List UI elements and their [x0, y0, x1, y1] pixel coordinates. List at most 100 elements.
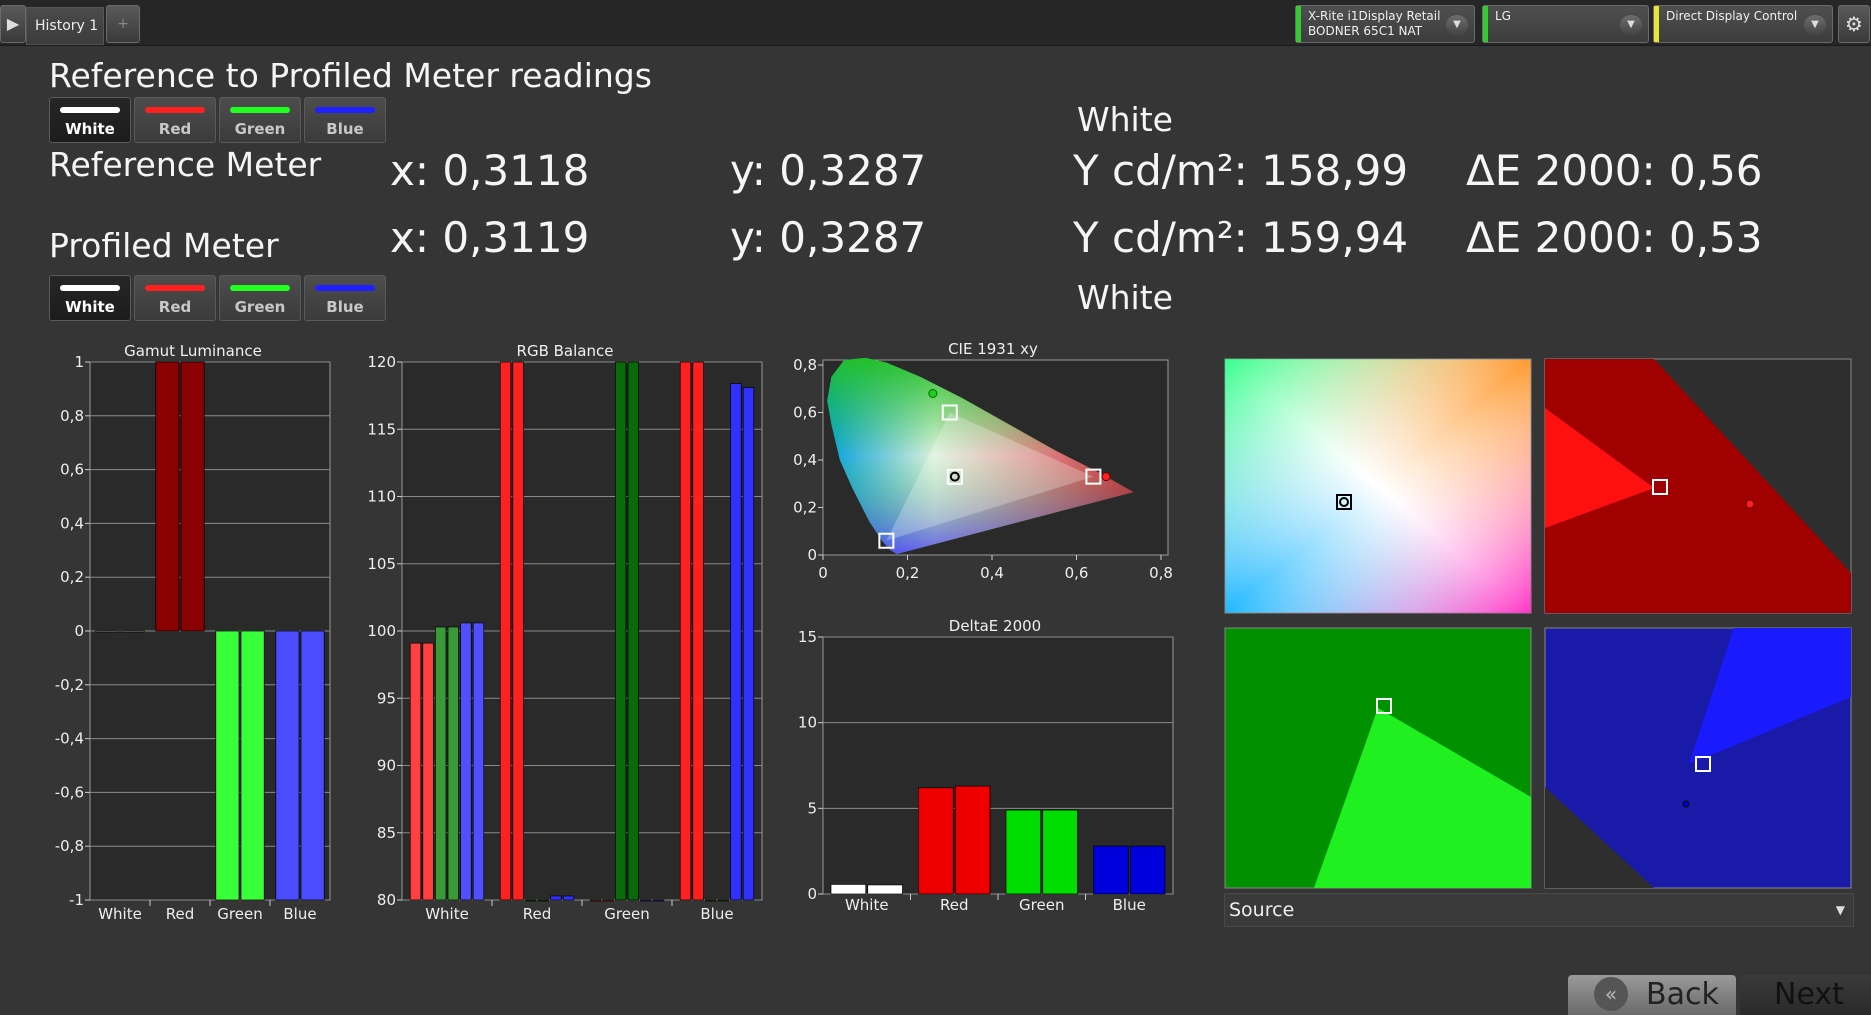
- reference-meter-label: Reference Meter: [49, 145, 322, 184]
- y-tick-label: 90: [377, 757, 396, 775]
- y-tick-label: 105: [367, 555, 396, 573]
- bar: [705, 899, 717, 902]
- status-bar: [1654, 6, 1659, 42]
- bar: [589, 899, 602, 902]
- bar: [95, 630, 120, 633]
- gear-icon[interactable]: ⚙: [1838, 5, 1870, 43]
- x-tick-label: 0,8: [1149, 564, 1173, 582]
- bar: [275, 630, 300, 901]
- x-tick-label: 0,2: [896, 564, 920, 582]
- chevron-down-icon: ▼: [1446, 15, 1468, 35]
- bar: [180, 361, 205, 632]
- y-tick-label: 110: [367, 488, 396, 506]
- back-button[interactable]: « Back: [1568, 975, 1736, 1015]
- tab-blue[interactable]: Blue: [304, 97, 386, 143]
- tab-white[interactable]: White: [49, 97, 131, 143]
- page-title: Reference to Profiled Meter readings: [49, 56, 652, 95]
- tab-blue[interactable]: Blue: [304, 275, 386, 321]
- y-tick-label: 0,6: [60, 461, 84, 479]
- green-measured-point: [928, 389, 938, 398]
- bar: [120, 630, 145, 633]
- y-tick-label: 10: [798, 714, 817, 732]
- status-bar: [1483, 6, 1488, 42]
- y-tick-label: -0,2: [55, 676, 84, 694]
- y-tick-label: 85: [377, 824, 396, 842]
- bar: [562, 895, 575, 901]
- reference-meter-dropdown[interactable]: X-Rite i1Display Retail BODNER 65C1 NAT …: [1295, 5, 1475, 43]
- reference-luminance-value: Y cd/m²: 158,99: [1073, 146, 1409, 195]
- y-tick-label: 0,4: [793, 451, 817, 469]
- status-bar: [1296, 6, 1301, 42]
- y-tick-label: 0: [807, 546, 817, 564]
- next-label: Next: [1774, 977, 1844, 1012]
- x-tick-label: White: [98, 905, 142, 923]
- play-icon[interactable]: ▶: [0, 5, 26, 43]
- tab-red[interactable]: Red: [134, 97, 216, 143]
- history-tab[interactable]: History 1: [26, 7, 104, 45]
- y-tick-label: 80: [377, 891, 396, 909]
- bar: [300, 630, 325, 901]
- y-tick-label: 5: [807, 799, 817, 817]
- y-tick-label: 0: [74, 622, 84, 640]
- reading-label-top: White: [1077, 100, 1173, 139]
- y-tick-label: -0,8: [55, 837, 84, 855]
- x-tick-label: Blue: [283, 905, 316, 923]
- source-select-value: Source: [1229, 899, 1295, 921]
- bar: [1042, 809, 1078, 895]
- chevron-down-icon: ▼: [1620, 15, 1642, 35]
- chart-title: DeltaE 2000: [949, 617, 1041, 635]
- bar: [215, 630, 240, 901]
- deltae-chart: DeltaE 2000 15 10 5 0 White Red Green Blue: [798, 617, 1174, 914]
- bar: [550, 895, 562, 901]
- bar: [1129, 845, 1166, 895]
- reference-deltae-value: ΔE 2000: 0,56: [1466, 146, 1763, 195]
- x-tick-label: White: [845, 896, 889, 914]
- tab-white[interactable]: White: [49, 275, 131, 321]
- bar: [615, 361, 627, 901]
- profiled-deltae-value: ΔE 2000: 0,53: [1466, 213, 1763, 262]
- x-tick-label: 0,6: [1065, 564, 1089, 582]
- reading-label-bottom: White: [1077, 278, 1173, 317]
- bar: [155, 361, 180, 632]
- reference-y-value: y: 0,3287: [730, 146, 927, 195]
- bar: [730, 383, 742, 901]
- y-tick-label: 120: [367, 353, 396, 371]
- chart-title: Gamut Luminance: [124, 342, 262, 360]
- display-control-dropdown[interactable]: Direct Display Control ▼: [1653, 5, 1833, 43]
- bar: [447, 626, 459, 901]
- bar: [240, 630, 265, 901]
- add-tab-button[interactable]: +: [106, 5, 140, 43]
- y-tick-label: 0,2: [793, 499, 817, 517]
- green-swatch-panel: [1224, 627, 1532, 889]
- next-button[interactable]: Next: [1740, 975, 1871, 1015]
- bar: [537, 899, 549, 902]
- y-tick-label: 0: [807, 885, 817, 903]
- red-swatch-panel: [1544, 358, 1852, 614]
- top-toolbar: ▶ History 1 + X-Rite i1Display Retail BO…: [0, 0, 1871, 46]
- back-label: Back: [1646, 977, 1719, 1012]
- tab-green[interactable]: Green: [219, 275, 301, 321]
- source-select[interactable]: Source ▼: [1224, 893, 1854, 927]
- x-tick-label: Green: [604, 905, 649, 923]
- blue-measured-marker: [1682, 800, 1690, 808]
- chart-title: RGB Balance: [517, 342, 614, 360]
- y-tick-label: 0,8: [793, 356, 817, 374]
- bar: [627, 361, 639, 901]
- y-tick-label: -1: [69, 891, 84, 909]
- y-tick-label: 0,8: [60, 407, 84, 425]
- bar: [409, 642, 422, 901]
- display-dropdown[interactable]: LG ▼: [1482, 5, 1649, 43]
- x-tick-label: Red: [166, 905, 195, 923]
- x-tick-label: White: [425, 905, 469, 923]
- tab-red[interactable]: Red: [134, 275, 216, 321]
- history-tab-label: History 1: [35, 18, 99, 34]
- chart-title: CIE 1931 xy: [948, 340, 1038, 358]
- bar: [1093, 845, 1129, 895]
- bar: [422, 642, 434, 901]
- bar: [512, 361, 524, 901]
- profiled-meter-label: Profiled Meter: [49, 226, 279, 265]
- bar: [679, 361, 692, 901]
- tab-green[interactable]: Green: [219, 97, 301, 143]
- rgb-balance-chart: RGB Balance 120 115 110 105 100 95 90 85 80 White R…: [367, 342, 763, 923]
- bar: [1005, 809, 1042, 895]
